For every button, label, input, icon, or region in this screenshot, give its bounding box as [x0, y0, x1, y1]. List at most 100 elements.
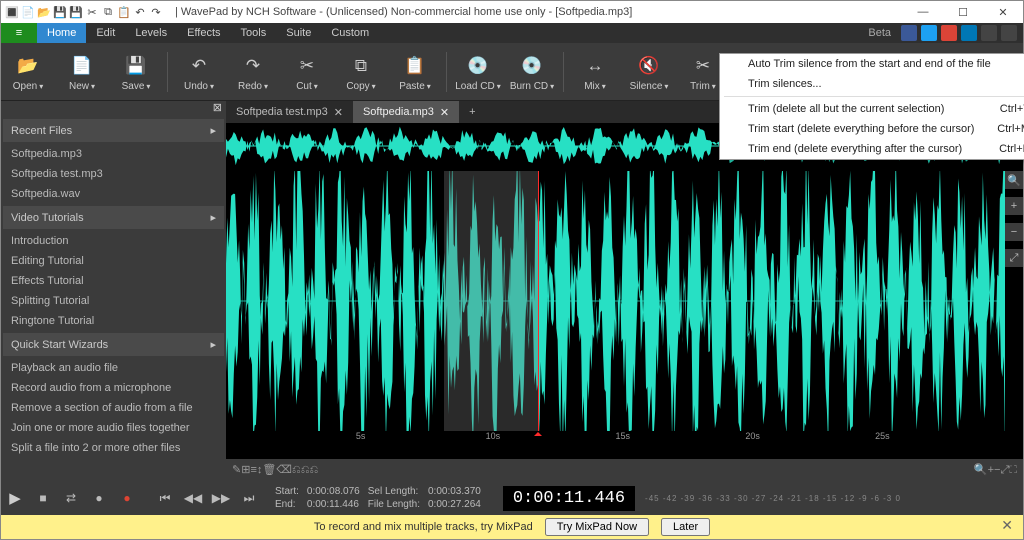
ribbon-save-button[interactable]: 💾Save▾ [109, 43, 163, 100]
qat-copy-icon[interactable]: ⧉ [101, 5, 115, 19]
edit-tool-button[interactable]: ⎌ [292, 464, 301, 476]
burn cd-icon: 💿 [521, 51, 542, 81]
edit-tool-button[interactable]: 🗑 [262, 464, 276, 476]
menu-item[interactable]: Trim silences... [720, 74, 1024, 94]
menu-levels[interactable]: Levels [125, 23, 177, 43]
ribbon-paste-button[interactable]: 📋Paste▾ [388, 43, 442, 100]
selection-overlay[interactable] [444, 171, 537, 431]
menu-home[interactable]: Home [37, 23, 86, 43]
play-button[interactable]: ▶ [3, 486, 27, 510]
file-tab[interactable]: Softpedia.mp3✕ [353, 101, 459, 123]
ribbon-open-button[interactable]: 📂Open▾ [1, 43, 55, 100]
sidebar-item[interactable]: Remove a section of audio from a file [1, 398, 226, 418]
menu-effects[interactable]: Effects [177, 23, 230, 43]
playhead-cursor[interactable] [538, 171, 539, 431]
tab-close-icon[interactable]: ✕ [334, 106, 343, 119]
ribbon-burn-cd-button[interactable]: 💿Burn CD▾ [505, 43, 559, 100]
menu-item[interactable]: Trim end (delete everything after the cu… [720, 139, 1024, 159]
app-menu-button[interactable]: ≡ [1, 23, 37, 43]
menu-item[interactable]: Trim (delete all but the current selecti… [720, 99, 1024, 119]
facebook-icon[interactable] [901, 25, 917, 41]
zoom-tool-button[interactable]: + [1005, 197, 1023, 215]
rewind-button[interactable]: ◀◀ [181, 486, 205, 510]
qat-icon[interactable]: 📄 [21, 5, 35, 19]
menu-custom[interactable]: Custom [321, 23, 379, 43]
sidebar-section-header[interactable]: Recent Files▸ [3, 119, 224, 142]
sidebar-item[interactable]: Effects Tutorial [1, 271, 226, 291]
menu-suite[interactable]: Suite [276, 23, 321, 43]
qat-icon[interactable]: 💾 [53, 5, 67, 19]
ribbon-load-cd-button[interactable]: 💿Load CD▾ [451, 43, 505, 100]
main-waveform[interactable] [226, 171, 1005, 431]
forward-button[interactable]: ▶▶ [209, 486, 233, 510]
sidebar-section-header[interactable]: Quick Start Wizards▸ [3, 333, 224, 356]
zoom-tool-button[interactable]: ⤢ [1005, 249, 1023, 267]
time-ruler[interactable]: 5s10s15s20s25s [226, 431, 1005, 447]
loop-button[interactable]: ⇄ [59, 486, 83, 510]
file-tab[interactable]: Softpedia test.mp3✕ [226, 101, 353, 123]
qat-icon[interactable]: 📂 [37, 5, 51, 19]
close-button[interactable]: ✕ [983, 1, 1023, 23]
ribbon-undo-button[interactable]: ↶Undo▾ [172, 43, 226, 100]
waveform-view[interactable]: 🔍 + − ⤢ 5s10s15s20s25s [226, 123, 1023, 459]
sidebar-section-header[interactable]: Video Tutorials▸ [3, 206, 224, 229]
sidebar-item[interactable]: Splitting Tutorial [1, 291, 226, 311]
twitter-icon[interactable] [921, 25, 937, 41]
sidebar-item[interactable]: Softpedia.mp3 [1, 144, 226, 164]
qat-redo-icon[interactable]: ↷ [149, 5, 163, 19]
tab-close-icon[interactable]: ✕ [440, 106, 449, 119]
menu-item[interactable]: Auto Trim silence from the start and end… [720, 54, 1024, 74]
sidebar-item[interactable]: Join one or more audio files together [1, 418, 226, 438]
share-icon[interactable] [981, 25, 997, 41]
promo-close-icon[interactable]: ✕ [1001, 517, 1013, 534]
minimize-button[interactable]: — [903, 1, 943, 23]
edit-tool-button[interactable]: ✎ [232, 464, 241, 476]
help-icon[interactable] [1001, 25, 1017, 41]
sidebar-item[interactable]: Split a file into 2 or more other files [1, 438, 226, 458]
record-button[interactable]: ● [115, 486, 139, 510]
edit-tool-button[interactable]: ⌫ [276, 464, 292, 476]
sidebar-close-icon[interactable]: ⊠ [1, 101, 226, 117]
edit-tool-button[interactable]: ⎌ [310, 464, 319, 476]
ribbon-silence-button[interactable]: 🔇Silence▾ [622, 43, 676, 100]
menu-tools[interactable]: Tools [231, 23, 277, 43]
go-start-button[interactable]: ⏮ [153, 486, 177, 510]
zoom-button[interactable]: ⛶ [1009, 464, 1017, 476]
new-tab-button[interactable]: + [459, 101, 485, 123]
zoom-button[interactable]: ⤢ [1000, 464, 1009, 476]
qat-paste-icon[interactable]: 📋 [117, 5, 131, 19]
beta-label: Beta [868, 27, 891, 39]
qat-icon[interactable]: 💾 [69, 5, 83, 19]
ribbon-new-button[interactable]: 📄New▾ [55, 43, 109, 100]
record-pause-button[interactable]: ● [87, 486, 111, 510]
qat-icon[interactable]: 🔳 [5, 5, 19, 19]
qat-cut-icon[interactable]: ✂ [85, 5, 99, 19]
ribbon-copy-button[interactable]: ⧉Copy▾ [334, 43, 388, 100]
ribbon-mix-button[interactable]: ↔Mix▾ [568, 43, 622, 100]
menu-item[interactable]: Trim start (delete everything before the… [720, 119, 1024, 139]
try-mixpad-button[interactable]: Try MixPad Now [545, 518, 649, 536]
sidebar-item[interactable]: Editing Tutorial [1, 251, 226, 271]
linkedin-icon[interactable] [961, 25, 977, 41]
go-end-button[interactable]: ⏭ [237, 486, 261, 510]
zoom-tool-button[interactable]: 🔍 [1005, 171, 1023, 189]
qat-undo-icon[interactable]: ↶ [133, 5, 147, 19]
edit-tool-button[interactable]: ⎌ [301, 464, 310, 476]
ribbon-redo-button[interactable]: ↷Redo▾ [226, 43, 280, 100]
ruler-tick: 15s [616, 431, 631, 441]
sidebar-item[interactable]: Ringtone Tutorial [1, 311, 226, 331]
cut-icon: ✂ [300, 51, 314, 81]
later-button[interactable]: Later [661, 518, 710, 536]
menu-edit[interactable]: Edit [86, 23, 125, 43]
sidebar-item[interactable]: Softpedia.wav [1, 184, 226, 204]
zoom-button[interactable]: 🔍 [974, 464, 988, 476]
ribbon-cut-button[interactable]: ✂Cut▾ [280, 43, 334, 100]
zoom-tool-button[interactable]: − [1005, 223, 1023, 241]
sidebar-item[interactable]: Record audio from a microphone [1, 378, 226, 398]
sidebar-item[interactable]: Softpedia test.mp3 [1, 164, 226, 184]
stop-button[interactable]: ■ [31, 486, 55, 510]
sidebar-item[interactable]: Introduction [1, 231, 226, 251]
sidebar-item[interactable]: Playback an audio file [1, 358, 226, 378]
maximize-button[interactable]: ☐ [943, 1, 983, 23]
googleplus-icon[interactable] [941, 25, 957, 41]
